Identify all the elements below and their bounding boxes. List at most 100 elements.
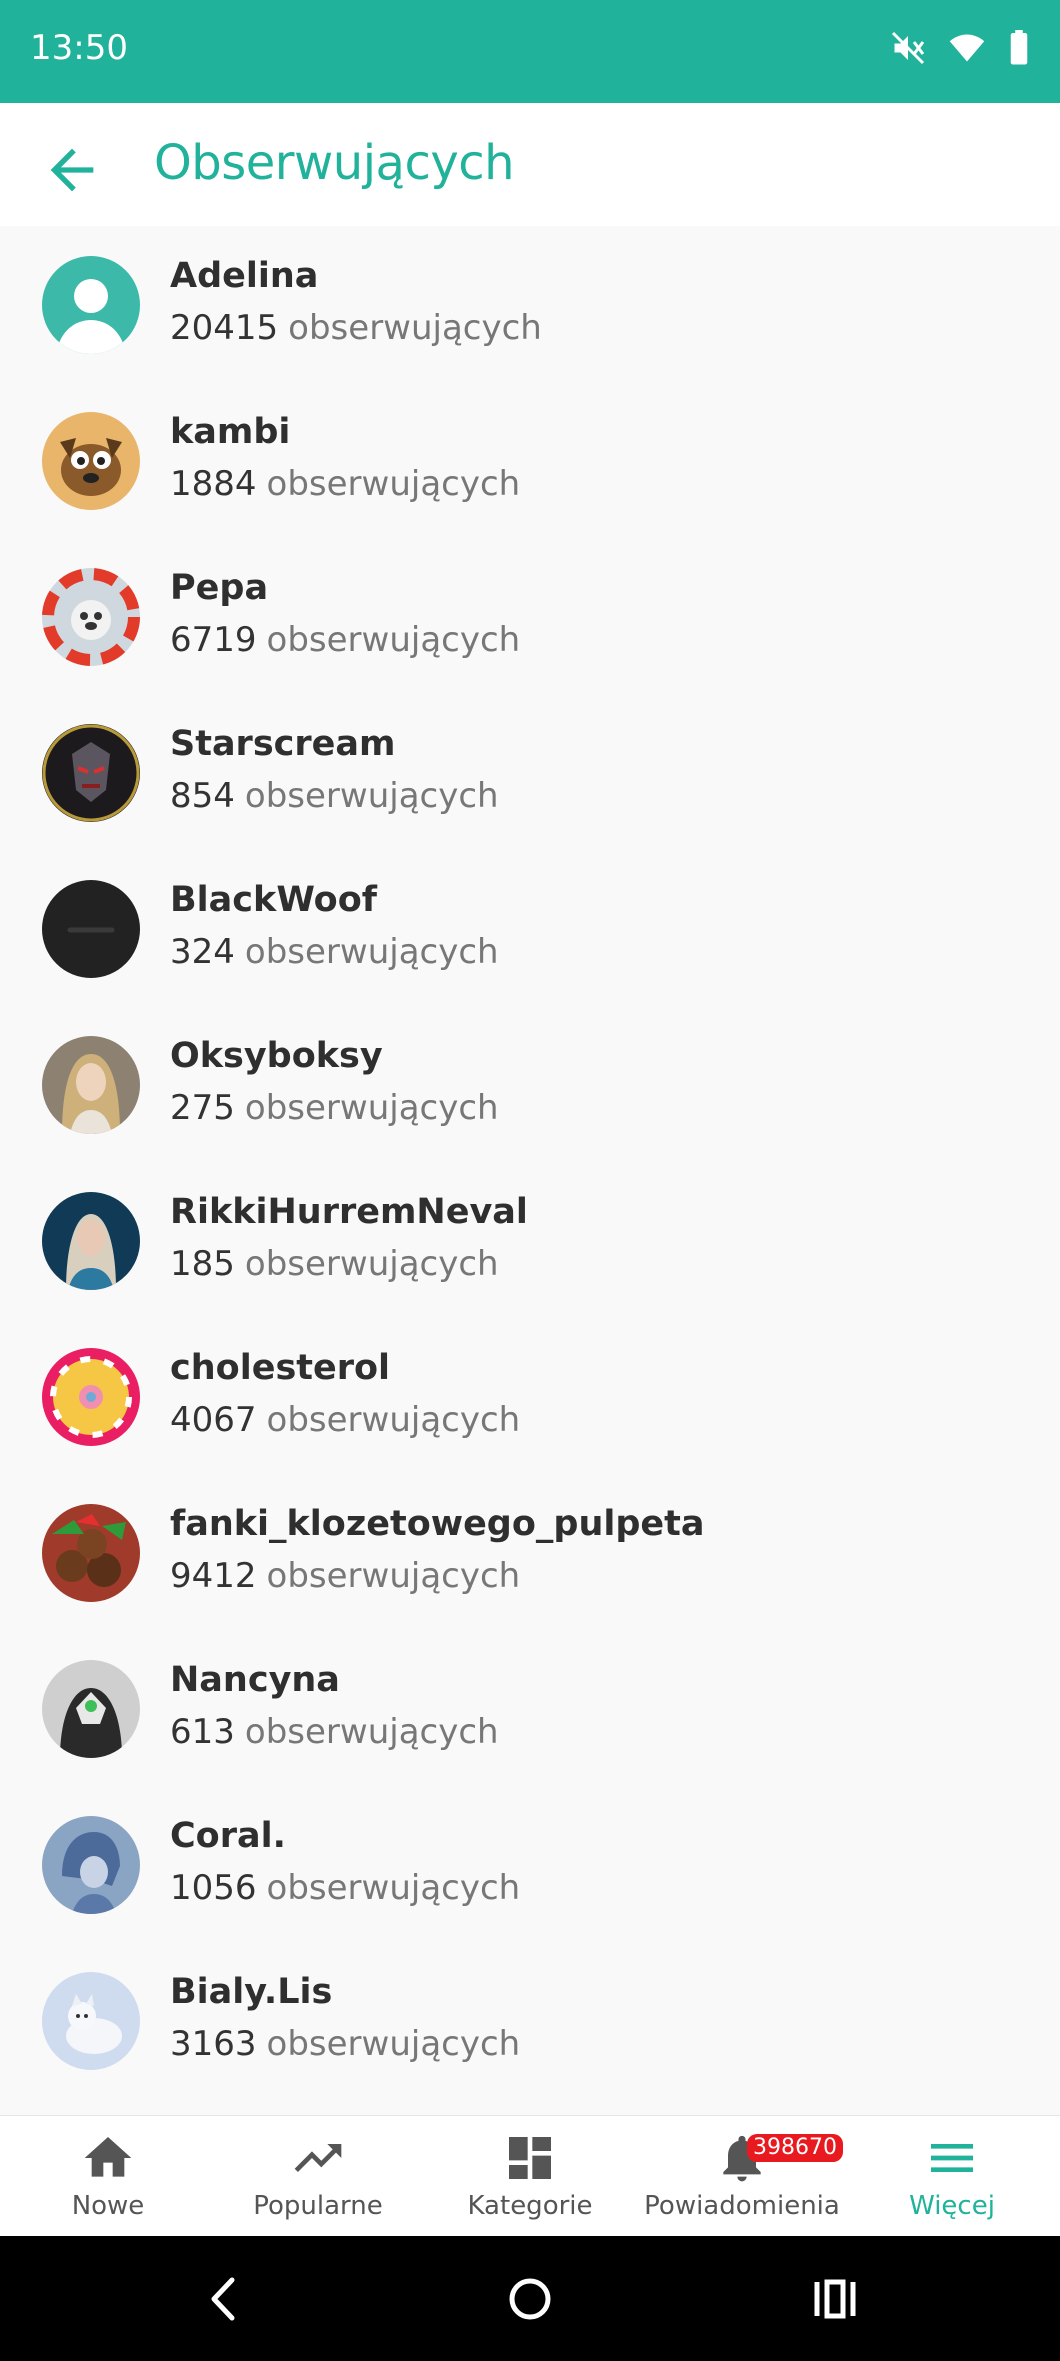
dashboard-icon <box>502 2130 558 2186</box>
follower-count-line: 1884 obserwujących <box>170 464 520 504</box>
avatar <box>42 1660 140 1758</box>
follower-count-line: 275 obserwujących <box>170 1088 499 1128</box>
nav-item-kategorie[interactable]: Kategorie <box>424 2116 636 2237</box>
avatar <box>42 1036 140 1134</box>
nav-item-nowe[interactable]: Nowe <box>2 2116 214 2237</box>
system-back-icon <box>190 2277 260 2336</box>
follower-count: 1884 <box>170 464 257 504</box>
list-item[interactable]: BlackWoof 324 obserwujących <box>0 850 1060 1006</box>
follower-count-suffix: obserwujących <box>244 1244 499 1284</box>
avatar <box>42 1816 140 1914</box>
follower-count-line: 3163 obserwujących <box>170 2024 520 2064</box>
list-item[interactable]: kambi 1884 obserwujących <box>0 382 1060 538</box>
nav-label: Powiadomienia <box>644 2191 840 2221</box>
page-title: Obserwujących <box>154 135 515 191</box>
follower-count-line: 613 obserwujących <box>170 1712 499 1752</box>
follower-count: 275 <box>170 1088 235 1128</box>
follower-count-suffix: obserwujących <box>244 1088 499 1128</box>
back-button[interactable] <box>40 138 104 202</box>
follower-name: Starscream <box>170 724 396 764</box>
follower-count-line: 1056 obserwujących <box>170 1868 520 1908</box>
notification-badge: 398670 <box>747 2134 843 2162</box>
avatar <box>42 880 140 978</box>
status-bar: 13:50 <box>0 0 1060 103</box>
list-item[interactable]: Adelina 20415 obserwujących <box>0 226 1060 382</box>
avatar <box>42 1972 140 2070</box>
follower-count-line: 20415 obserwujących <box>170 308 542 348</box>
follower-name: cholesterol <box>170 1348 391 1388</box>
follower-name: Pepa <box>170 568 269 608</box>
list-item[interactable]: Coral. 1056 obserwujących <box>0 1786 1060 1942</box>
follower-count-suffix: obserwujących <box>266 1556 521 1596</box>
list-item[interactable]: Starscream 854 obserwujących <box>0 694 1060 850</box>
system-back-button[interactable] <box>190 2266 260 2332</box>
avatar <box>42 568 140 666</box>
follower-name: Nancyna <box>170 1660 340 1700</box>
follower-count: 1056 <box>170 1868 257 1908</box>
follower-count-line: 324 obserwujących <box>170 932 499 972</box>
follower-count: 4067 <box>170 1400 257 1440</box>
nav-label: Kategorie <box>467 2191 593 2221</box>
follower-count: 854 <box>170 776 235 816</box>
followers-list: Adelina 20415 obserwujących kambi 1884 obs… <box>0 226 1060 2098</box>
follower-name: Coral. <box>170 1816 286 1856</box>
app-bar: Obserwujących <box>0 103 1060 226</box>
follower-name: fanki_klozetowego_pulpeta <box>170 1504 705 1544</box>
follower-count-suffix: obserwujących <box>266 1868 521 1908</box>
menu-icon <box>924 2130 980 2186</box>
follower-count: 613 <box>170 1712 235 1752</box>
system-navigation-bar <box>0 2236 1060 2361</box>
follower-count: 185 <box>170 1244 235 1284</box>
nav-label: Więcej <box>909 2191 995 2221</box>
follower-count: 9412 <box>170 1556 257 1596</box>
mute-icon <box>890 30 926 66</box>
status-time: 13:50 <box>30 28 128 68</box>
list-item[interactable]: RikkiHurremNeval 185 obserwujących <box>0 1162 1060 1318</box>
system-recents-icon <box>800 2279 870 2336</box>
wifi-icon <box>948 30 986 66</box>
follower-count-suffix: obserwujących <box>244 776 499 816</box>
nav-item-wiecej[interactable]: Więcej <box>846 2116 1058 2237</box>
trending-icon <box>290 2130 346 2186</box>
avatar <box>42 412 140 510</box>
list-item[interactable]: Oksyboksy 275 obserwujących <box>0 1006 1060 1162</box>
avatar <box>42 1348 140 1446</box>
follower-name: Adelina <box>170 256 319 296</box>
status-icons <box>890 30 1030 66</box>
follower-count-suffix: obserwujących <box>288 308 542 348</box>
nav-item-powiadomienia[interactable]: 398670 Powiadomienia <box>636 2116 848 2237</box>
nav-label: Nowe <box>71 2191 145 2221</box>
follower-count-line: 854 obserwujących <box>170 776 499 816</box>
follower-count: 20415 <box>170 308 279 348</box>
follower-count-line: 6719 obserwujących <box>170 620 520 660</box>
bottom-navigation: Nowe Popularne Kategorie 398670 Powiadom… <box>0 2115 1060 2237</box>
follower-name: kambi <box>170 412 291 452</box>
follower-name: Bialy.Lis <box>170 1972 333 2012</box>
system-home-button[interactable] <box>495 2266 565 2332</box>
list-item[interactable]: fanki_klozetowego_pulpeta 9412 obserwując… <box>0 1474 1060 1630</box>
nav-item-popularne[interactable]: Popularne <box>212 2116 424 2237</box>
follower-count-suffix: obserwujących <box>266 464 521 504</box>
system-home-icon <box>495 2278 565 2336</box>
follower-count-suffix: obserwujących <box>266 620 521 660</box>
follower-count-suffix: obserwujących <box>266 2024 521 2064</box>
follower-name: RikkiHurremNeval <box>170 1192 528 1232</box>
avatar <box>42 724 140 822</box>
list-item[interactable]: Bialy.Lis 3163 obserwujących <box>0 1942 1060 2098</box>
follower-count-suffix: obserwujących <box>244 932 499 972</box>
list-item[interactable]: Nancyna 613 obserwujących <box>0 1630 1060 1786</box>
follower-name: BlackWoof <box>170 880 377 920</box>
list-item[interactable]: cholesterol 4067 obserwujących <box>0 1318 1060 1474</box>
follower-count-line: 9412 obserwujących <box>170 1556 520 1596</box>
avatar <box>42 1192 140 1290</box>
follower-count-suffix: obserwujących <box>244 1712 499 1752</box>
follower-name: Oksyboksy <box>170 1036 383 1076</box>
follower-count-suffix: obserwujących <box>266 1400 521 1440</box>
list-item[interactable]: Pepa 6719 obserwujących <box>0 538 1060 694</box>
system-recents-button[interactable] <box>800 2266 870 2332</box>
follower-count-line: 185 obserwujących <box>170 1244 499 1284</box>
follower-count: 3163 <box>170 2024 257 2064</box>
arrow-back-icon <box>40 148 104 206</box>
follower-count-line: 4067 obserwujących <box>170 1400 520 1440</box>
battery-icon <box>1008 30 1030 66</box>
